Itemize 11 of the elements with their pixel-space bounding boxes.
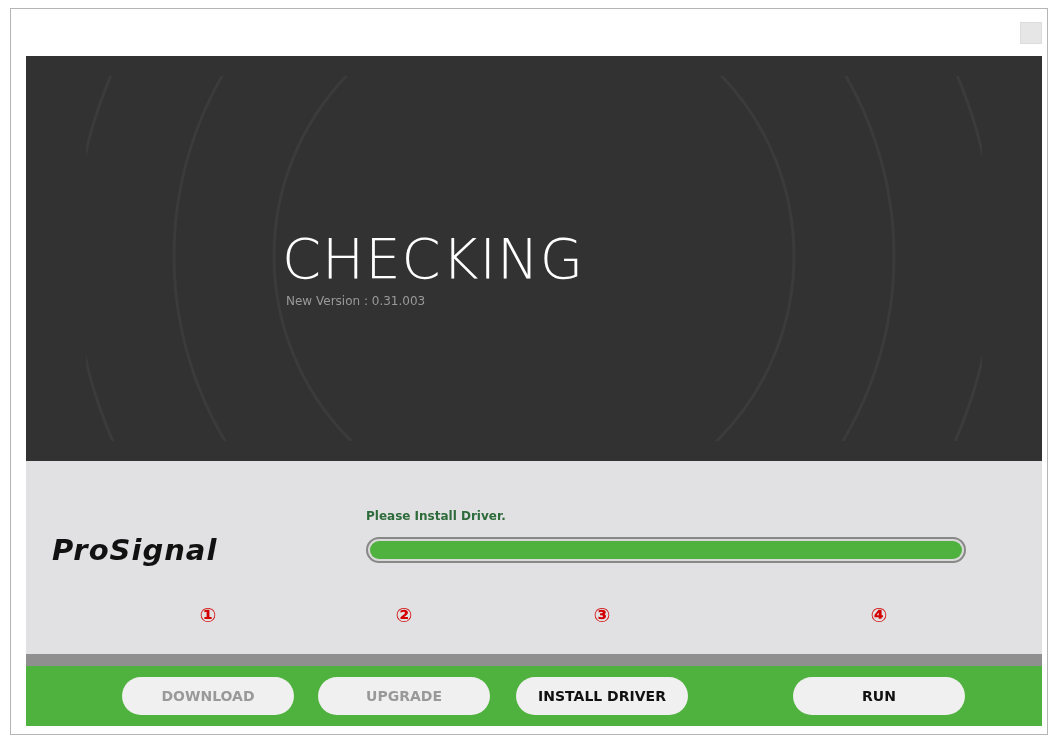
step-number: ③	[593, 603, 611, 627]
status-title: CHECKING	[282, 228, 585, 290]
step-number: ④	[870, 603, 888, 627]
action-button[interactable]: RUN	[793, 677, 965, 715]
step-number: ①	[199, 603, 217, 627]
close-icon[interactable]	[1020, 21, 1042, 44]
version-label: New Version : 0.31.003	[286, 293, 426, 308]
step-number: ②	[395, 603, 413, 627]
logo: ProSignal	[52, 533, 219, 567]
status-message: Please Install Driver.	[366, 509, 507, 523]
action-button[interactable]: INSTALL DRIVER	[516, 677, 688, 715]
